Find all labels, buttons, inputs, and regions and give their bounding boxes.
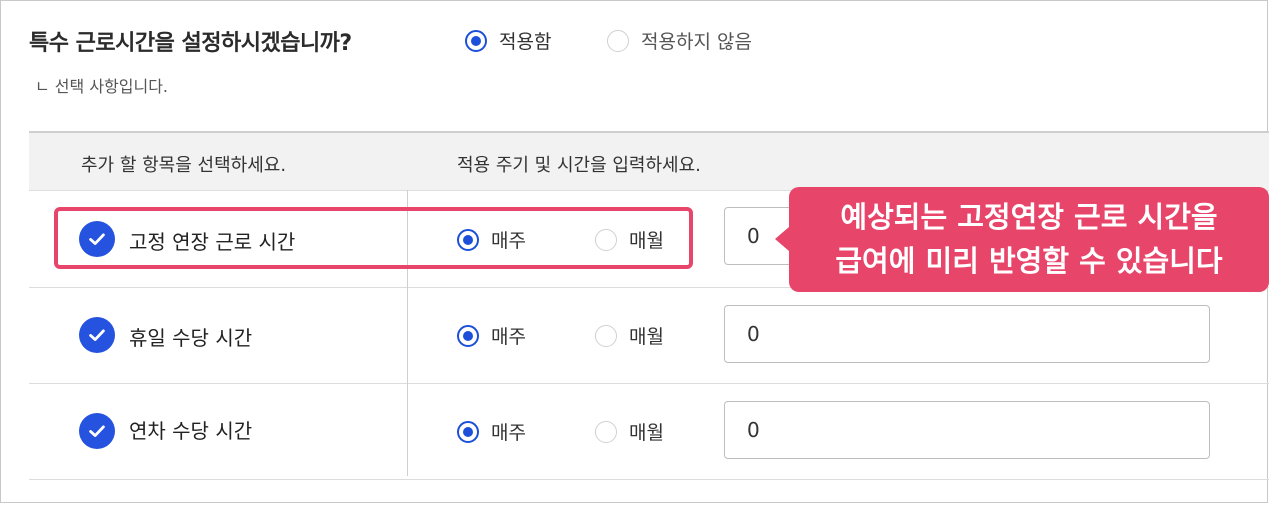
table-header: 추가 할 항목을 선택하세요. 적용 주기 및 시간을 입력하세요. [29, 133, 1269, 191]
cycle-weekly-label: 매주 [491, 326, 526, 348]
radio-unselected-icon[interactable] [595, 420, 617, 443]
cycle-monthly-option[interactable]: 매월 [595, 418, 664, 445]
check-circle-icon[interactable] [79, 317, 115, 353]
callout-bubble: 예상되는 고정연장 근로 시간을 급여에 미리 반영할 수 있습니다 [775, 187, 1269, 292]
table-row: 휴일 수당 시간 매주 매월 0 [29, 287, 1269, 384]
highlight-box [54, 207, 693, 269]
not-apply-radio-option[interactable]: 적용하지 않음 [607, 27, 752, 54]
cycle-weekly-label: 매주 [491, 422, 526, 444]
cycle-monthly-label: 매월 [629, 326, 664, 348]
header-input-cycle: 적용 주기 및 시간을 입력하세요. [457, 155, 701, 176]
cycle-monthly-option[interactable]: 매월 [595, 322, 664, 349]
hours-input[interactable]: 0 [724, 305, 1210, 363]
radio-unselected-icon[interactable] [607, 29, 629, 52]
row-label: 휴일 수당 시간 [129, 326, 253, 350]
special-hours-question: 특수 근로시간을 설정하시겠습니까? [29, 31, 352, 56]
callout-line-1: 예상되는 고정연장 근로 시간을 [840, 200, 1218, 234]
hours-input[interactable]: 0 [724, 401, 1210, 459]
cycle-weekly-option[interactable]: 매주 [457, 322, 526, 349]
apply-radio-label: 적용함 [499, 31, 552, 53]
radio-selected-icon[interactable] [465, 29, 487, 52]
cycle-monthly-label: 매월 [629, 422, 664, 444]
cycle-weekly-option[interactable]: 매주 [457, 418, 526, 445]
apply-radio-option[interactable]: 적용함 [465, 27, 551, 54]
not-apply-radio-label: 적용하지 않음 [641, 31, 752, 53]
callout-line-2: 급여에 미리 반영할 수 있습니다 [835, 244, 1223, 278]
check-circle-icon[interactable] [79, 413, 115, 449]
optional-hint: ㄴ 선택 사항입니다. [35, 77, 169, 96]
table-row: 연차 수당 시간 매주 매월 0 [29, 383, 1269, 480]
radio-unselected-icon[interactable] [595, 324, 617, 347]
radio-selected-icon[interactable] [457, 420, 479, 443]
radio-selected-icon[interactable] [457, 324, 479, 347]
row-label: 연차 수당 시간 [129, 419, 253, 443]
header-select-items: 추가 할 항목을 선택하세요. [81, 155, 287, 176]
